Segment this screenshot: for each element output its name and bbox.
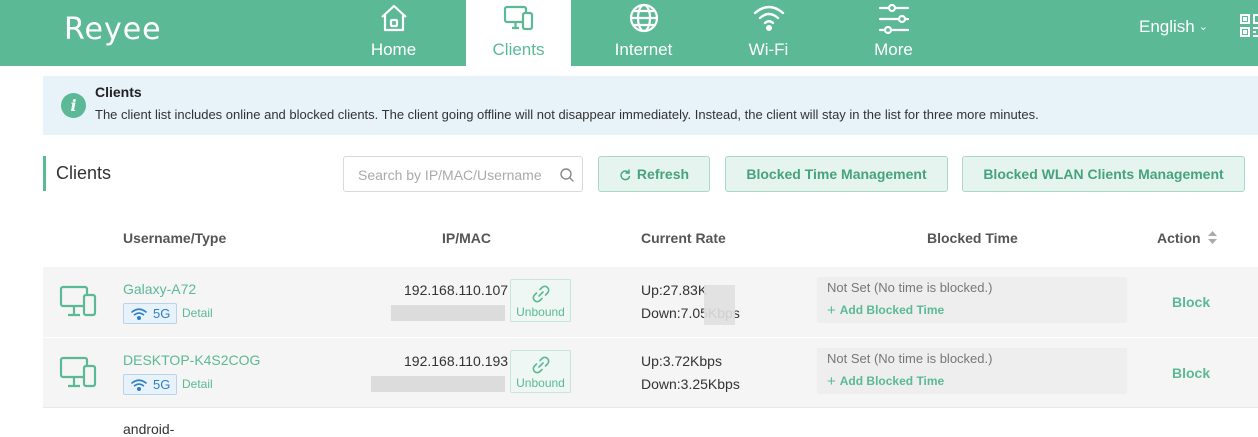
tab-internet-label: Internet (614, 40, 673, 59)
band-label: 5G (153, 306, 171, 321)
table-row: DESKTOP-K4S2COG 5G Detail 192.168.110.19… (43, 338, 1258, 408)
blocked-wlan-clients-management-label: Blocked WLAN Clients Management (983, 166, 1224, 182)
bind-toggle[interactable]: Unbound (510, 350, 571, 393)
mac-address-redacted (371, 376, 505, 392)
tab-clients[interactable]: Clients (466, 0, 571, 66)
language-selector[interactable]: English ⌄ (1139, 17, 1208, 37)
header-username-type: Username/Type (123, 230, 227, 246)
chevron-down-icon: ⌄ (1198, 21, 1208, 33)
detail-link[interactable]: Detail (182, 377, 213, 391)
block-button[interactable]: Block (1172, 294, 1210, 310)
wifi-icon (753, 5, 784, 32)
header-blocked-time: Blocked Time (927, 230, 1018, 246)
rate-redacted (704, 285, 735, 325)
bind-toggle[interactable]: Unbound (510, 279, 571, 322)
ip-address: 192.168.110.193 (404, 353, 509, 369)
tab-wifi[interactable]: Wi-Fi (716, 0, 821, 66)
add-blocked-time-button[interactable]: + Add Blocked Time (827, 373, 944, 390)
search-icon[interactable] (559, 167, 575, 183)
wifi-icon (131, 379, 147, 391)
plus-icon: + (827, 302, 836, 319)
header-current-rate: Current Rate (641, 230, 726, 246)
more-icon (878, 3, 909, 35)
band-label: 5G (153, 377, 171, 392)
band-badge: 5G (123, 374, 177, 395)
add-blocked-time-label: Add Blocked Time (839, 303, 945, 317)
block-button[interactable]: Block (1172, 365, 1210, 381)
globe-icon (629, 3, 658, 33)
refresh-icon (620, 169, 631, 181)
ip-address: 192.168.110.107 (404, 282, 509, 298)
bind-status: Unbound (516, 305, 565, 319)
tab-more-label: More (874, 40, 913, 59)
top-nav-bar: Reyee Home Clients Internet Wi-Fi More E… (0, 0, 1258, 66)
upload-rate: Up:27.83K (641, 282, 708, 298)
blocked-time-status: Not Set (No time is blocked.) (827, 280, 993, 295)
wifi-icon (131, 308, 147, 320)
client-name-link[interactable]: Galaxy-A72 (123, 281, 196, 297)
pc-device-icon (59, 356, 97, 388)
clients-icon (503, 5, 533, 31)
blocked-time-status: Not Set (No time is blocked.) (827, 351, 993, 366)
blocked-wlan-clients-management-button[interactable]: Blocked WLAN Clients Management (962, 156, 1245, 192)
search-input[interactable] (358, 165, 554, 185)
add-blocked-time-label: Add Blocked Time (839, 374, 945, 388)
refresh-button[interactable]: Refresh (598, 156, 710, 192)
home-icon (380, 4, 407, 32)
blocked-time-management-button[interactable]: Blocked Time Management (725, 156, 948, 192)
header-ip-mac: IP/MAC (442, 230, 491, 246)
qr-code-icon[interactable] (1240, 14, 1258, 38)
info-icon: i (61, 93, 86, 118)
tab-more[interactable]: More (841, 0, 946, 66)
search-box[interactable] (343, 156, 583, 192)
blocked-time-cell: Not Set (No time is blocked.) + Add Block… (817, 277, 1127, 323)
refresh-label: Refresh (636, 166, 690, 182)
link-icon (532, 285, 550, 303)
banner-text: The client list includes online and bloc… (95, 107, 1039, 122)
blocked-time-cell: Not Set (No time is blocked.) + Add Block… (817, 348, 1127, 394)
tab-home[interactable]: Home (341, 0, 446, 66)
section-accent-bar (43, 156, 46, 191)
tab-wifi-label: Wi-Fi (748, 40, 789, 59)
tab-internet[interactable]: Internet (591, 0, 696, 66)
plus-icon: + (827, 373, 836, 390)
client-name-partial[interactable]: android- (123, 421, 174, 437)
bind-status: Unbound (516, 376, 565, 390)
language-label: English (1139, 17, 1195, 36)
mac-address-redacted (391, 305, 505, 321)
band-badge: 5G (123, 303, 177, 324)
sort-icon[interactable] (1207, 231, 1217, 244)
banner-title: Clients (95, 84, 142, 100)
upload-rate: Up:3.72Kbps (641, 353, 722, 369)
add-blocked-time-button[interactable]: + Add Blocked Time (827, 302, 944, 319)
blocked-time-management-label: Blocked Time Management (746, 166, 927, 182)
client-name-link[interactable]: DESKTOP-K4S2COG (123, 352, 260, 368)
table-row: Galaxy-A72 5G Detail 192.168.110.107 Unb… (43, 267, 1258, 337)
pc-device-icon (59, 285, 97, 317)
section-title: Clients (56, 163, 112, 183)
download-rate: Down:3.25Kbps (641, 376, 740, 392)
header-action[interactable]: Action (1157, 230, 1217, 246)
link-icon (532, 356, 550, 374)
info-banner: i Clients The client list includes onlin… (43, 76, 1258, 135)
header-action-label: Action (1157, 230, 1201, 246)
reyee-logo: Reyee (64, 12, 162, 47)
tab-home-label: Home (370, 40, 417, 59)
detail-link[interactable]: Detail (182, 306, 213, 320)
tab-clients-label: Clients (492, 40, 545, 59)
